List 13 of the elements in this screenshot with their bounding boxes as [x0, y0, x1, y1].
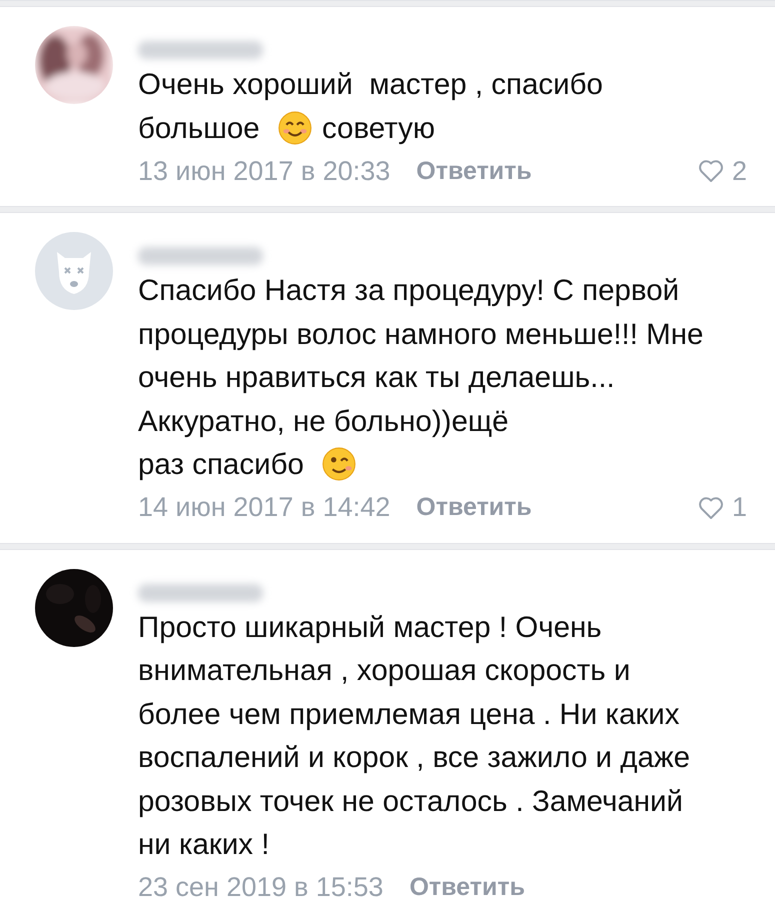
reply-link[interactable]: Ответить — [409, 873, 525, 902]
comment-text: большое — [138, 110, 260, 146]
comment-date: 13 июн 2017 в 20:33 — [138, 156, 390, 186]
comment-date: 23 сен 2019 в 15:53 — [138, 872, 384, 903]
comment-text: Очень хороший мастер , спасибо — [138, 67, 603, 103]
like-count: 1 — [732, 492, 747, 523]
comment-text: советую — [322, 110, 435, 146]
comment-text: раз спасибо — [138, 447, 304, 483]
like-count: 2 — [732, 156, 747, 186]
reply-link[interactable]: Ответить — [416, 493, 532, 522]
reply-link[interactable]: Ответить — [416, 156, 532, 186]
comment-date: 14 июн 2017 в 14:42 — [138, 492, 390, 523]
comment-text: Просто шикарный мастер ! Очень внимательная , хорошая скорость и более чем приемлемая цена . Ни каких воспалений и корок , все зажило и даже розовых точек не осталось . Замечаний ни каких ! — [138, 610, 691, 863]
